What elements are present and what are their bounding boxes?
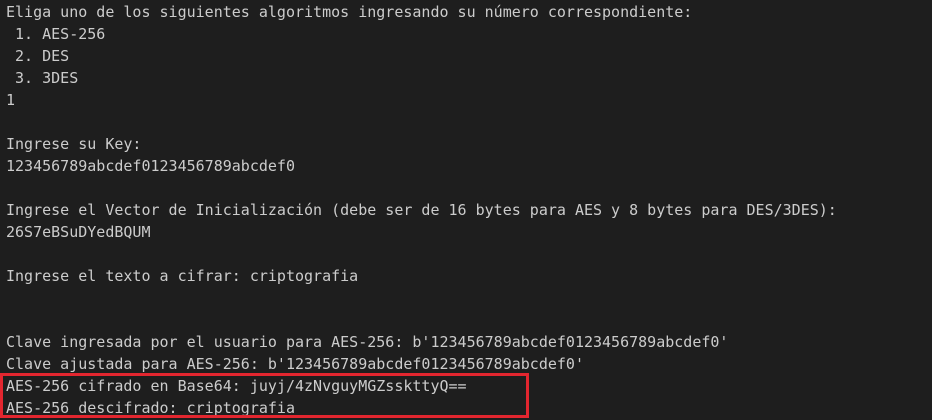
decrypted-output: AES-256 descifrado: criptografia	[6, 399, 295, 417]
prompt-key: Ingrese su Key:	[6, 135, 142, 153]
user-choice: 1	[6, 91, 16, 109]
prompt-plaintext: Ingrese el texto a cifrar: criptografia	[6, 267, 359, 285]
prompt-iv: Ingrese el Vector de Inicialización (deb…	[6, 201, 837, 219]
option-3des: 3. 3DES	[6, 69, 79, 87]
option-des: 2. DES	[6, 47, 70, 65]
prompt-choose-algorithm: Eliga uno de los siguientes algoritmos i…	[6, 3, 693, 21]
user-iv-input: 26S7eBSuDYedBQUM	[6, 223, 151, 241]
adjusted-key-output: Clave ajustada para AES-256: b'123456789…	[6, 355, 584, 373]
ciphertext-output: AES-256 cifrado en Base64: juyj/4zNvguyM…	[6, 377, 467, 395]
entered-key-output: Clave ingresada por el usuario para AES-…	[6, 333, 729, 351]
option-aes-256: 1. AES-256	[6, 25, 106, 43]
user-key-input: 123456789abcdef0123456789abcdef0	[6, 157, 295, 175]
terminal-output: Eliga uno de los siguientes algoritmos i…	[0, 0, 932, 420]
